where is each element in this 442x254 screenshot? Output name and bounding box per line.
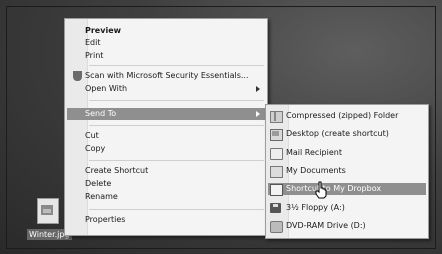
menu-item-label: Print [85,51,104,60]
floppy-drive-icon [270,203,281,213]
menu-item-preview[interactable]: Preview [67,25,265,37]
menu-separator [89,65,264,66]
menu-item-label: Properties [85,215,126,224]
menu-item-print[interactable]: Print [67,50,265,62]
menu-item-label: Open With [85,84,128,93]
menu-item-delete[interactable]: Delete [67,178,265,190]
desktop-icon [270,129,283,141]
send-to-submenu: Compressed (zipped) Folder Desktop (crea… [265,104,429,239]
menu-item-label: Compressed (zipped) Folder [286,111,399,120]
send-to-my-documents[interactable]: My Documents [268,165,426,178]
hand-cursor-icon [315,181,327,199]
security-shield-icon [73,71,82,81]
send-to-dropbox[interactable]: Shortcut to My Dropbox [268,183,426,196]
menu-item-label: Cut [85,131,99,140]
menu-item-label: DVD-RAM Drive (D:) [286,221,366,230]
menu-item-label: Copy [85,144,106,153]
send-to-desktop[interactable]: Desktop (create shortcut) [268,128,426,141]
menu-item-create-shortcut[interactable]: Create Shortcut [67,165,265,177]
menu-separator [89,100,264,101]
menu-item-label: 3½ Floppy (A:) [286,203,345,212]
menu-item-cut[interactable]: Cut [67,130,265,142]
menu-item-send-to[interactable]: Send To [67,108,265,120]
send-to-compressed-folder[interactable]: Compressed (zipped) Folder [268,110,426,123]
menu-item-open-with[interactable]: Open With [67,83,265,95]
menu-separator [89,209,264,210]
dvd-drive-icon [270,221,283,233]
menu-item-rename[interactable]: Rename [67,191,265,203]
menu-separator [89,160,264,161]
menu-item-label: Delete [85,179,112,188]
menu-item-label: My Documents [286,166,346,175]
menu-item-label: Shortcut to My Dropbox [286,184,382,193]
context-menu: Preview Edit Print Scan with Microsoft S… [64,18,268,236]
send-to-mail-recipient[interactable]: Mail Recipient [268,147,426,160]
mail-icon [270,148,283,160]
menu-item-properties[interactable]: Properties [67,214,265,226]
menu-item-label: Mail Recipient [286,148,342,157]
menu-item-copy[interactable]: Copy [67,143,265,155]
menu-item-label: Rename [85,192,118,201]
chevron-right-icon [256,86,260,92]
send-to-dvd-drive[interactable]: DVD-RAM Drive (D:) [268,220,426,233]
zip-folder-icon [270,111,283,123]
menu-separator [89,125,264,126]
image-file-icon[interactable] [37,198,59,224]
menu-item-label: Desktop (create shortcut) [286,129,389,138]
menu-item-label: Create Shortcut [85,166,149,175]
menu-item-edit[interactable]: Edit [67,37,265,49]
documents-icon [270,166,283,178]
dropbox-icon [270,184,283,196]
menu-item-scan[interactable]: Scan with Microsoft Security Essentials.… [67,70,265,82]
menu-item-label: Scan with Microsoft Security Essentials.… [85,71,249,80]
send-to-floppy[interactable]: 3½ Floppy (A:) [268,202,426,214]
chevron-right-icon [256,111,260,117]
menu-item-label: Preview [85,26,122,35]
menu-item-label: Edit [85,38,101,47]
menu-item-label: Send To [85,109,117,118]
